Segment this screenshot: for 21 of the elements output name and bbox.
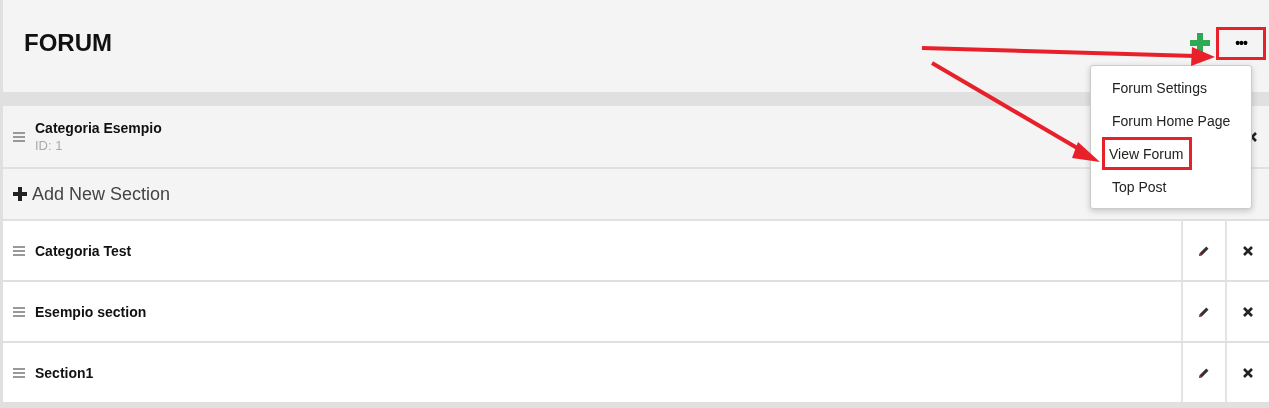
pencil-icon[interactable] xyxy=(1198,244,1210,257)
add-icon[interactable] xyxy=(1190,33,1210,53)
drag-handle-icon[interactable] xyxy=(13,245,25,256)
drag-handle-icon[interactable] xyxy=(13,131,25,142)
drag-handle-icon[interactable] xyxy=(13,367,25,378)
plus-icon[interactable] xyxy=(13,187,27,201)
menu-item[interactable]: Forum Home Page xyxy=(1105,104,1240,137)
add-section-link[interactable]: Add New Section xyxy=(32,183,171,205)
category-name: Categoria Esempio xyxy=(35,120,162,136)
section-name: Section1 xyxy=(35,364,94,381)
menu-item[interactable]: View Forum xyxy=(1102,137,1193,170)
section-name: Categoria Test xyxy=(35,242,132,259)
pencil-icon[interactable] xyxy=(1198,366,1210,379)
menu-item[interactable]: Forum Settings xyxy=(1105,71,1216,104)
category-id: ID: 1 xyxy=(35,138,63,153)
menu-item[interactable]: Top Post xyxy=(1105,170,1176,203)
drag-handle-icon[interactable] xyxy=(13,306,25,317)
section-name: Esempio section xyxy=(35,303,147,320)
page-title: FORUM xyxy=(24,29,112,57)
more-button[interactable]: ••• xyxy=(1216,26,1266,60)
pencil-icon[interactable] xyxy=(1198,305,1210,318)
